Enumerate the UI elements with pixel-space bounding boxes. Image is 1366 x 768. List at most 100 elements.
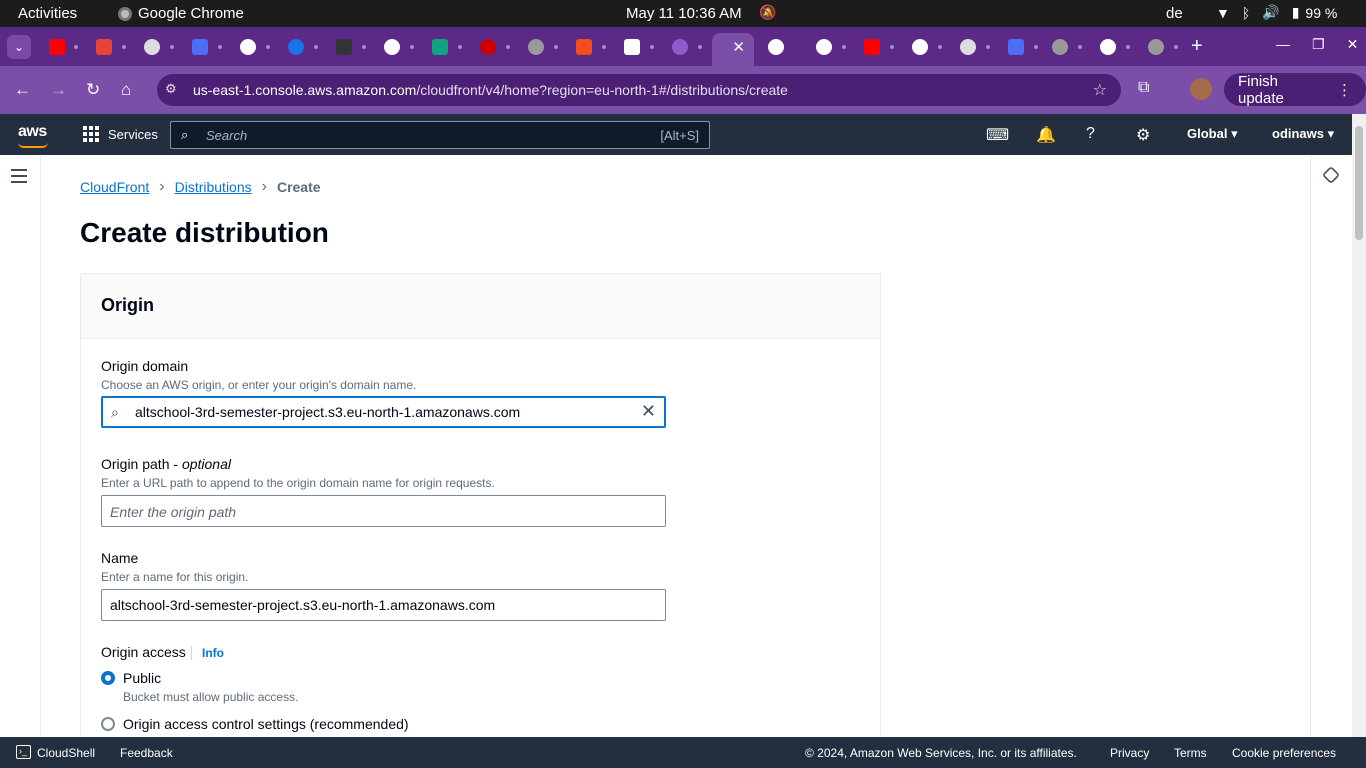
medium-tab-icon[interactable]: [816, 39, 832, 55]
app-menu[interactable]: Google Chrome: [118, 5, 244, 22]
forward-icon[interactable]: →: [50, 80, 67, 100]
home-icon[interactable]: ⌂: [121, 80, 131, 100]
origin-path-optional: optional: [181, 456, 231, 472]
keyboard-layout[interactable]: de: [1166, 5, 1183, 22]
google-tab-icon[interactable]: [1100, 39, 1116, 55]
tab-icon[interactable]: [288, 39, 304, 55]
cookie-preferences-link[interactable]: Cookie preferences: [1232, 746, 1336, 760]
github-tab-icon[interactable]: [384, 39, 400, 55]
battery-icon: ▮: [1291, 4, 1300, 20]
origin-access-public-label[interactable]: Public: [123, 670, 161, 686]
clock[interactable]: May 11 10:36 AM: [626, 5, 742, 22]
origin-access-public-radio[interactable]: [101, 671, 115, 685]
terms-link[interactable]: Terms: [1174, 746, 1207, 760]
activities-button[interactable]: Activities: [18, 5, 77, 22]
search-icon: ⌕: [111, 404, 119, 420]
finish-update-button[interactable]: Finish update ⋮: [1224, 72, 1366, 107]
left-nav-rail: [0, 155, 41, 737]
finish-update-label: Finish update: [1238, 72, 1284, 107]
breadcrumb-distributions[interactable]: Distributions: [175, 179, 252, 195]
url-text[interactable]: us-east-1.console.aws.amazon.com/cloudfr…: [193, 82, 788, 98]
globe-tab-icon[interactable]: [1052, 39, 1068, 55]
wikipedia-tab-icon[interactable]: [624, 39, 640, 55]
tab-search-button[interactable]: ⌄: [7, 35, 31, 59]
origin-domain-label: Origin domain: [101, 358, 189, 374]
services-menu-button[interactable]: Services: [83, 126, 158, 142]
new-tab-button[interactable]: +: [1191, 35, 1203, 58]
chevron-right-icon: ›: [159, 178, 165, 195]
tab-icon[interactable]: [144, 39, 160, 55]
window-controls: — ❐ ✕: [1276, 36, 1358, 53]
menu-hamburger-icon[interactable]: [11, 169, 27, 187]
tab-icon[interactable]: [336, 39, 352, 55]
tab-icon[interactable]: [240, 39, 256, 55]
copyright-text: © 2024, Amazon Web Services, Inc. or its…: [805, 746, 1077, 760]
site-info-icon[interactable]: ⚙: [165, 81, 183, 99]
aws-search-input[interactable]: ⌕ Search [Alt+S]: [170, 121, 710, 149]
medium-tab-icon[interactable]: [768, 39, 784, 55]
notifications-bell-icon[interactable]: 🔔: [1036, 125, 1056, 145]
reload-icon[interactable]: ↻: [86, 80, 100, 100]
scrollbar-thumb[interactable]: [1355, 126, 1363, 240]
url-path: /cloudfront/v4/home?region=eu-north-1#/d…: [416, 82, 788, 98]
chatgpt-tab-icon[interactable]: [432, 39, 448, 55]
address-bar[interactable]: ⚙ us-east-1.console.aws.amazon.com/cloud…: [157, 74, 1121, 106]
minimize-icon[interactable]: —: [1276, 36, 1290, 53]
account-menu[interactable]: odinaws ▾: [1272, 126, 1334, 142]
cloudshell-icon[interactable]: ›_: [16, 745, 31, 759]
tab-icon[interactable]: [192, 39, 208, 55]
extensions-icon[interactable]: ⧉: [1138, 79, 1149, 97]
search-placeholder: Search: [206, 128, 248, 143]
tab-icon[interactable]: [480, 39, 496, 55]
cloudshell-link[interactable]: CloudShell: [37, 746, 95, 760]
chrome-icon: [118, 6, 132, 21]
url-host: us-east-1.console.aws.amazon.com: [193, 82, 417, 98]
services-grid-icon: [83, 126, 99, 142]
name-input[interactable]: altschool-3rd-semester-project.s3.eu-nor…: [101, 589, 666, 621]
system-top-bar: Activities Google Chrome May 11 10:36 AM…: [0, 0, 1366, 27]
profile-avatar[interactable]: [1190, 78, 1212, 100]
battery-percent: 99 %: [1305, 4, 1338, 21]
system-tray[interactable]: ▼ ᛒ 🔊 ▮ 99 %: [1216, 4, 1337, 21]
account-label: odinaws: [1272, 126, 1325, 141]
origin-path-input[interactable]: Enter the origin path: [101, 495, 666, 527]
help-icon[interactable]: ?: [1086, 125, 1095, 143]
youtube-tab-icon[interactable]: [864, 39, 880, 55]
origin-domain-input[interactable]: ⌕ altschool-3rd-semester-project.s3.eu-n…: [101, 396, 666, 428]
cloudshell-icon[interactable]: ⌨: [986, 125, 1009, 145]
tab-icon[interactable]: [960, 39, 976, 55]
page-scrollbar[interactable]: [1352, 114, 1366, 737]
breadcrumb: CloudFront › Distributions › Create: [80, 178, 321, 196]
tab-icon[interactable]: [1008, 39, 1024, 55]
github-tab-icon[interactable]: [912, 39, 928, 55]
settings-gear-icon[interactable]: ⚙: [1136, 125, 1150, 145]
origin-access-oac-radio[interactable]: [101, 717, 115, 731]
tab-strip: ⌄ ✕ + — ❐ ✕: [0, 27, 1366, 66]
privacy-link[interactable]: Privacy: [1110, 746, 1149, 760]
globe-tab-icon[interactable]: [528, 39, 544, 55]
aws-logo[interactable]: aws: [18, 123, 48, 148]
origin-domain-value: altschool-3rd-semester-project.s3.eu-nor…: [135, 404, 521, 420]
bookmark-star-icon[interactable]: ☆: [1093, 80, 1107, 100]
volume-icon: 🔊: [1262, 4, 1280, 20]
gmail-tab-icon[interactable]: [96, 39, 112, 55]
notifications-muted-icon[interactable]: 🔕: [759, 4, 776, 21]
youtube-tab-icon[interactable]: [49, 39, 65, 55]
globe-tab-icon[interactable]: [1148, 39, 1164, 55]
help-panel-icon[interactable]: [1321, 165, 1341, 185]
tab-icon[interactable]: [672, 39, 688, 55]
origin-access-info-link[interactable]: Info: [191, 646, 224, 660]
browser-toolbar: ← → ↻ ⌂ ⚙ us-east-1.console.aws.amazon.c…: [0, 66, 1366, 114]
close-tab-icon[interactable]: ✕: [732, 38, 745, 56]
region-selector[interactable]: Global ▾: [1187, 126, 1238, 142]
maximize-icon[interactable]: ❐: [1312, 36, 1325, 53]
breadcrumb-cloudfront[interactable]: CloudFront: [80, 179, 149, 195]
figma-tab-icon[interactable]: [576, 39, 592, 55]
clear-input-icon[interactable]: ✕: [641, 401, 656, 422]
origin-access-oac-label[interactable]: Origin access control settings (recommen…: [123, 716, 409, 732]
origin-domain-description: Choose an AWS origin, or enter your orig…: [101, 378, 417, 392]
back-icon[interactable]: ←: [14, 80, 31, 100]
close-window-icon[interactable]: ✕: [1347, 36, 1359, 53]
feedback-link[interactable]: Feedback: [120, 746, 173, 760]
active-tab[interactable]: ✕: [712, 33, 754, 66]
